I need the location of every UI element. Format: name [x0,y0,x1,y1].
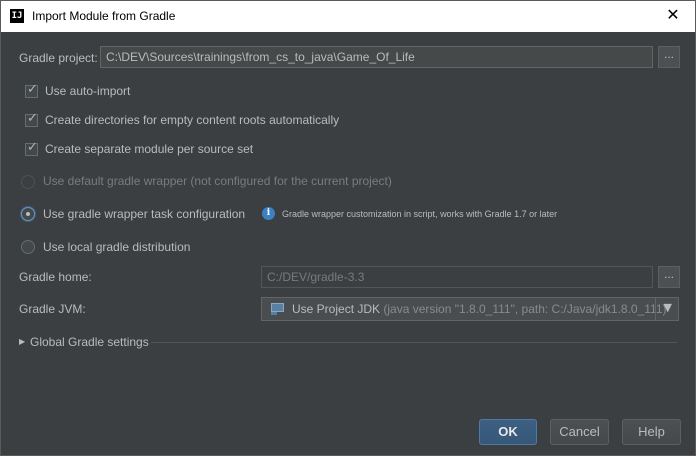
import-module-dialog: IJ Import Module from Gradle ✕ Gradle pr… [0,0,696,456]
jdk-folder-icon [271,303,284,315]
gradle-jvm-label: Gradle JVM: [19,302,86,316]
checkmark-icon: ✓ [27,140,38,155]
separate-module-label: Create separate module per source set [45,142,254,156]
gradle-home-browse-button[interactable]: ... [658,266,680,288]
cancel-button[interactable]: Cancel [550,419,609,445]
local-distribution-radio[interactable] [21,240,35,254]
checkmark-icon: ✓ [27,111,38,126]
separate-module-checkbox[interactable]: ✓ [25,140,38,156]
wrapper-task-radio[interactable] [21,207,35,221]
dialog-content: Gradle project: C:\DEV\Sources\trainings… [1,32,695,455]
wrapper-task-label: Use gradle wrapper task configuration [43,207,246,221]
gradle-jvm-value: Use Project JDK (java version "1.8.0_111… [292,302,667,316]
dropdown-arrow-icon[interactable]: ▼ [664,301,672,314]
auto-import-checkbox[interactable]: ✓ [25,82,38,98]
close-button[interactable]: ✕ [659,4,687,28]
global-gradle-settings-label: Global Gradle settings [30,335,149,349]
expand-arrow-icon[interactable]: ▶ [19,337,25,346]
local-distribution-label: Use local gradle distribution [43,240,191,254]
help-button[interactable]: Help [622,419,681,445]
ok-button[interactable]: OK [479,419,537,445]
gradle-project-browse-button[interactable]: ... [658,46,680,68]
title-bar: IJ Import Module from Gradle ✕ [1,1,695,32]
checkmark-icon: ✓ [27,82,38,97]
gradle-project-label: Gradle project: [19,51,98,65]
default-wrapper-radio[interactable] [21,175,35,189]
gradle-jvm-selected: Use Project JDK [292,302,381,316]
gradle-home-field[interactable]: C:/DEV/gradle-3.3 [261,266,653,288]
auto-import-label: Use auto-import [45,84,131,98]
gradle-jvm-detail: (java version "1.8.0_111", path: C:/Java… [383,302,667,316]
info-icon: i [262,207,275,220]
create-directories-label: Create directories for empty content roo… [45,113,340,127]
default-wrapper-label: Use default gradle wrapper (not configur… [43,174,392,188]
gradle-jvm-combobox[interactable]: Use Project JDK (java version "1.8.0_111… [261,297,679,321]
intellij-app-icon: IJ [10,9,24,23]
gradle-home-label: Gradle home: [19,270,92,284]
combobox-separator [655,298,656,320]
gradle-project-field[interactable]: C:\DEV\Sources\trainings\from_cs_to_java… [100,46,653,68]
window-title: Import Module from Gradle [32,9,176,23]
radio-selected-dot [26,212,30,216]
wrapper-hint-text: Gradle wrapper customization in script, … [282,209,558,219]
create-directories-checkbox[interactable]: ✓ [25,111,38,127]
section-divider [151,342,677,343]
